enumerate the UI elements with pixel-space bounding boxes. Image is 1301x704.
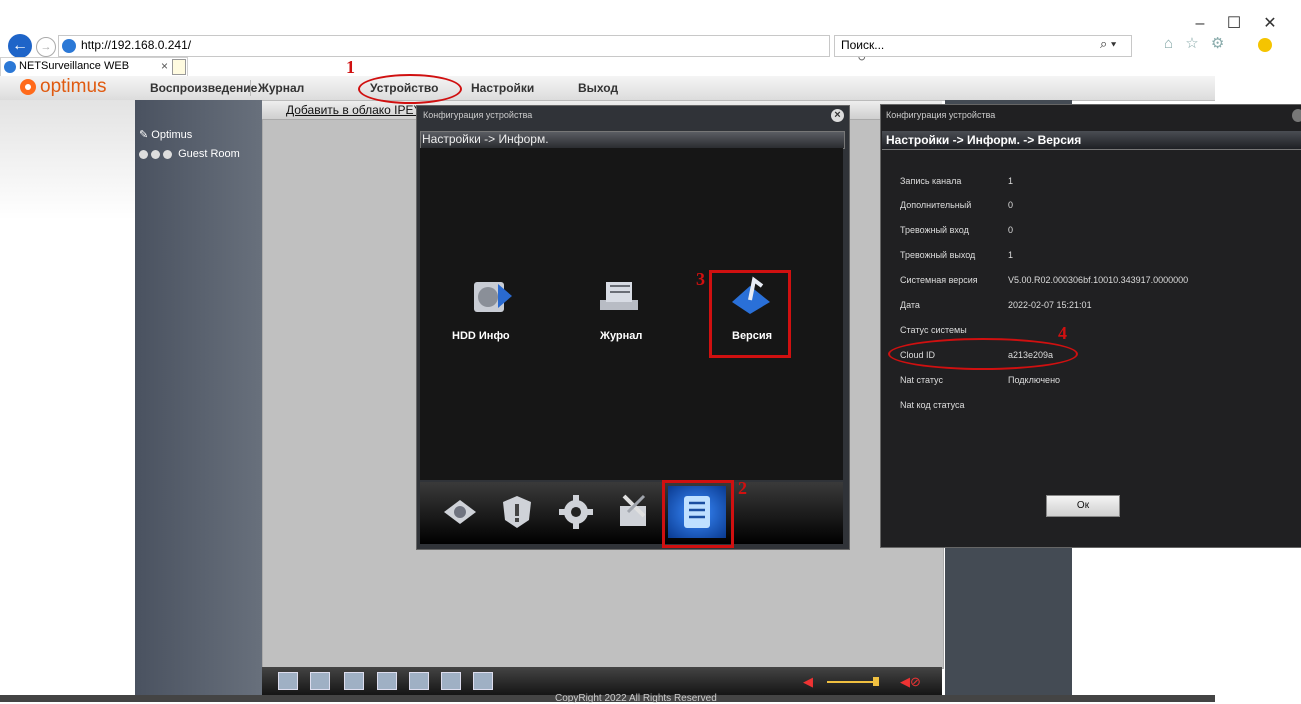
menu-settings[interactable]: Настройки bbox=[471, 81, 534, 95]
address-text[interactable]: http://192.168.0.241/ bbox=[81, 38, 191, 52]
row-label-alarm-in: Тревожный вход bbox=[900, 225, 969, 235]
single-view-icon[interactable] bbox=[310, 672, 330, 690]
ok-button[interactable]: Ок bbox=[1046, 495, 1120, 517]
copyright-text: CopyRight 2022 All Rights Reserved bbox=[555, 693, 717, 704]
row-label-nat-status: Nat статус bbox=[900, 375, 943, 385]
menu-exit[interactable]: Выход bbox=[578, 81, 618, 95]
gear-icon[interactable] bbox=[556, 492, 596, 532]
row-label-system-version: Системная версия bbox=[900, 275, 978, 285]
tab-label: NETSurveillance WEB bbox=[19, 60, 130, 72]
row-value-channels: 1 bbox=[1008, 176, 1014, 186]
journal-label[interactable]: Журнал bbox=[600, 330, 642, 342]
minimize-button[interactable]: – bbox=[1186, 14, 1214, 34]
device-tree-panel bbox=[135, 100, 262, 695]
logo-text: optimus bbox=[40, 76, 107, 97]
home-favorites-settings-icons[interactable]: ⌂ ☆ ⚙ bbox=[1164, 34, 1228, 52]
row-label-system-status: Статус системы bbox=[900, 325, 967, 335]
stop-icon[interactable] bbox=[151, 149, 160, 159]
back-button[interactable]: ← bbox=[8, 34, 32, 58]
annotation-number-3: 3 bbox=[696, 269, 705, 289]
browser-tab[interactable]: NETSurveillance WEB × bbox=[0, 57, 188, 76]
talk-on-icon[interactable] bbox=[441, 672, 461, 690]
row-label-alarm-out: Тревожный выход bbox=[900, 250, 976, 260]
speaker-icon[interactable]: ◀ bbox=[803, 674, 813, 690]
annotation-box-version bbox=[709, 270, 791, 358]
tree-camera-item[interactable]: Guest Room bbox=[139, 148, 240, 160]
search-icon[interactable]: ⌕ ▾ bbox=[1100, 36, 1116, 52]
hdd-icon bbox=[474, 282, 512, 312]
snapshot-icon[interactable] bbox=[409, 672, 429, 690]
maximize-button[interactable]: ☐ bbox=[1220, 14, 1248, 34]
record-icon[interactable] bbox=[139, 149, 148, 159]
add-to-cloud-link[interactable]: Добавить в облако IPEYE bbox=[286, 103, 430, 117]
annotation-oval-device bbox=[358, 74, 462, 104]
annotation-oval-cloud-id bbox=[888, 338, 1078, 370]
feedback-smiley-icon[interactable] bbox=[1258, 38, 1272, 52]
back-arrow-icon: ← bbox=[12, 37, 28, 54]
tools-icon[interactable] bbox=[614, 492, 654, 532]
tab-ie-icon bbox=[4, 61, 16, 73]
journal-icon bbox=[600, 282, 638, 310]
version-breadcrumb: Настройки -> Информ. -> Версия bbox=[886, 133, 1082, 147]
record-start-icon[interactable] bbox=[344, 672, 364, 690]
menu-journal[interactable]: Журнал bbox=[258, 81, 304, 95]
annotation-number-2: 2 bbox=[738, 478, 747, 498]
close-window-button[interactable]: ✕ bbox=[1256, 14, 1284, 34]
mute-icon[interactable]: ◀⊘ bbox=[900, 674, 921, 690]
disk-icon[interactable] bbox=[440, 492, 480, 532]
tree-root-item[interactable]: ✎ Optimus bbox=[139, 128, 192, 141]
tree-root-label: Optimus bbox=[151, 129, 193, 141]
volume-slider[interactable] bbox=[827, 681, 877, 683]
shield-icon[interactable] bbox=[497, 492, 537, 532]
tab-close-icon[interactable]: × bbox=[161, 59, 168, 73]
row-value-alarm-in: 0 bbox=[1008, 225, 1014, 235]
config-breadcrumb: Настройки -> Информ. bbox=[422, 132, 549, 146]
annotation-number-1: 1 bbox=[346, 57, 355, 77]
row-value-date: 2022-02-07 15:21:01 bbox=[1008, 300, 1092, 310]
left-background bbox=[0, 100, 135, 695]
row-value-alarm-out: 1 bbox=[1008, 250, 1014, 260]
row-value-system-version: V5.00.R02.000306bf.10010.343917.0000000 bbox=[1008, 275, 1189, 285]
annotation-box-info bbox=[662, 480, 734, 548]
talk-off-icon[interactable] bbox=[473, 672, 493, 690]
record-stop-icon[interactable] bbox=[377, 672, 397, 690]
volume-knob[interactable] bbox=[873, 677, 879, 686]
config-dialog-title: Конфигурация устройства bbox=[423, 110, 533, 120]
row-value-nat-status: Подключено bbox=[1008, 375, 1061, 385]
version-dialog-title: Конфигурация устройства bbox=[886, 110, 996, 120]
row-label-date: Дата bbox=[900, 300, 920, 310]
row-label-nat-code: Nat код статуса bbox=[900, 400, 965, 410]
row-label-extra: Дополнительный bbox=[900, 200, 972, 210]
row-label-channels: Запись канала bbox=[900, 176, 962, 186]
forward-button[interactable]: → bbox=[36, 37, 56, 57]
search-placeholder: Поиск... bbox=[841, 38, 885, 52]
camera-label: Guest Room bbox=[178, 148, 240, 160]
play-icon[interactable] bbox=[163, 149, 172, 159]
menu-playback[interactable]: Воспроизведение bbox=[150, 81, 257, 95]
fullscreen-icon[interactable] bbox=[278, 672, 298, 690]
search-input[interactable]: Поиск... bbox=[834, 35, 1132, 57]
new-tab-button[interactable] bbox=[172, 59, 186, 75]
address-bar[interactable]: http://192.168.0.241/ ▾ ↻ bbox=[58, 35, 866, 64]
hdd-info-label[interactable]: HDD Инфо bbox=[452, 330, 510, 342]
row-value-extra: 0 bbox=[1008, 200, 1014, 210]
hdd-info-item[interactable] bbox=[468, 276, 514, 319]
device-icon: ✎ bbox=[139, 129, 152, 141]
ie-icon bbox=[62, 39, 76, 53]
close-icon[interactable]: × bbox=[831, 109, 844, 122]
journal-item[interactable] bbox=[596, 276, 642, 319]
annotation-number-4: 4 bbox=[1058, 323, 1067, 343]
forward-arrow-icon: → bbox=[40, 41, 52, 53]
close-icon[interactable] bbox=[1292, 109, 1301, 122]
menu-divider bbox=[250, 80, 251, 96]
logo-dot bbox=[25, 84, 31, 90]
